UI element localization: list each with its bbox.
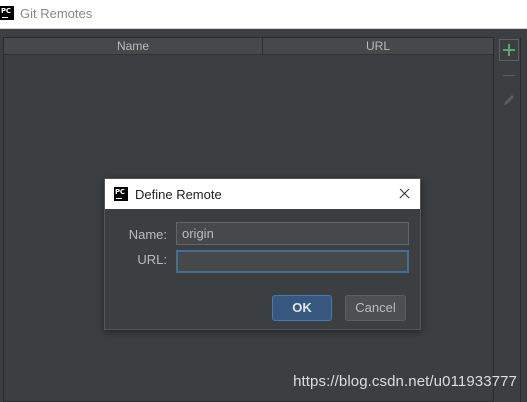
close-icon[interactable]: [396, 185, 414, 203]
url-field[interactable]: [176, 250, 409, 273]
dialog-title: Define Remote: [135, 187, 222, 202]
column-header-url[interactable]: URL: [263, 38, 493, 54]
table-header: Name URL: [4, 38, 493, 55]
window-title: Git Remotes: [20, 6, 93, 21]
define-remote-dialog: PC Define Remote Name: URL: OK Cancel: [104, 178, 421, 330]
pycharm-icon: PC: [114, 187, 128, 201]
window-title-bar: PC Git Remotes: [0, 0, 527, 29]
divider: [520, 37, 521, 402]
add-remote-button[interactable]: [499, 39, 519, 61]
remotes-toolbar: [497, 37, 521, 402]
pycharm-icon: PC: [0, 6, 14, 20]
url-label: URL:: [137, 252, 167, 267]
watermark-text: https://blog.csdn.net/u011933777: [293, 373, 517, 390]
edit-icon: [504, 95, 514, 105]
name-label: Name:: [128, 227, 167, 242]
column-header-name[interactable]: Name: [4, 38, 263, 54]
dialog-title-bar: PC Define Remote: [105, 179, 420, 209]
edit-remote-button[interactable]: [499, 89, 519, 111]
name-field[interactable]: [176, 222, 409, 245]
remove-remote-button[interactable]: [499, 65, 519, 87]
cancel-button[interactable]: Cancel: [345, 295, 406, 321]
ok-button[interactable]: OK: [272, 295, 332, 321]
